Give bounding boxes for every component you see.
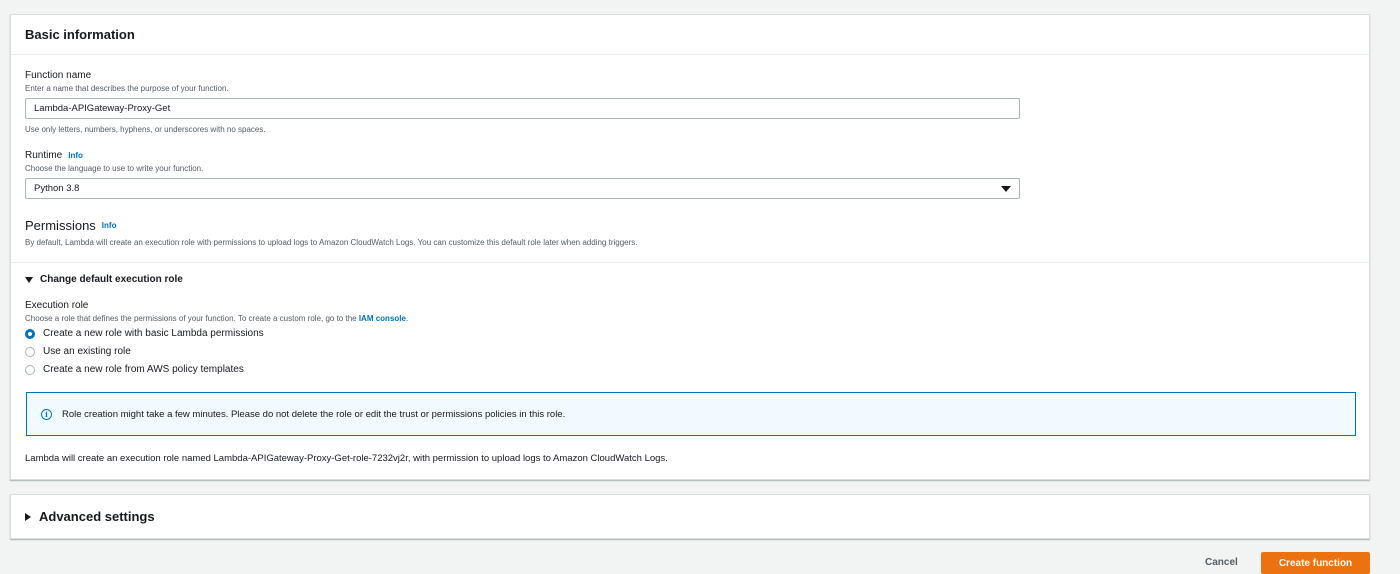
info-circle-icon: i bbox=[41, 408, 52, 420]
runtime-description: Choose the language to use to write your… bbox=[25, 164, 204, 173]
runtime-info-link[interactable]: Info bbox=[68, 151, 83, 160]
advanced-settings-toggle[interactable]: Advanced settings bbox=[25, 509, 155, 524]
radio-button-checked[interactable] bbox=[25, 328, 35, 339]
function-name-constraint: Use only letters, numbers, hyphens, or u… bbox=[25, 125, 266, 134]
caret-down-icon bbox=[25, 276, 33, 283]
caret-right-icon bbox=[25, 512, 31, 521]
function-name-value: Lambda-APIGateway-Proxy-Get bbox=[34, 103, 171, 114]
execution-role-description-text: Choose a role that defines the permissio… bbox=[25, 314, 359, 323]
runtime-label: Runtime bbox=[25, 150, 63, 161]
iam-console-link[interactable]: IAM console bbox=[359, 314, 406, 323]
create-function-button[interactable]: Create function bbox=[1261, 552, 1370, 574]
radio-button[interactable] bbox=[25, 346, 35, 357]
advanced-settings-header: Advanced settings bbox=[39, 509, 155, 524]
section-divider bbox=[11, 262, 1369, 263]
permissions-description: By default, Lambda will create an execut… bbox=[25, 238, 638, 247]
execution-role-description-end: . bbox=[405, 314, 409, 323]
radio-label: Use an existing role bbox=[43, 346, 131, 357]
function-name-description: Enter a name that describes the purpose … bbox=[25, 84, 229, 93]
runtime-select[interactable]: Python 3.8 bbox=[25, 178, 1020, 199]
radio-label: Create a new role from AWS policy templa… bbox=[43, 364, 244, 375]
execution-role-description: Choose a role that defines the permissio… bbox=[25, 314, 408, 323]
radio-option-policy-templates[interactable]: Create a new role from AWS policy templa… bbox=[25, 364, 244, 375]
execution-role-label: Execution role bbox=[25, 300, 89, 311]
runtime-selected-value: Python 3.8 bbox=[34, 183, 80, 194]
function-name-input[interactable]: Lambda-APIGateway-Proxy-Get bbox=[25, 98, 1020, 119]
change-execution-role-label: Change default execution role bbox=[40, 274, 183, 285]
basic-information-header: Basic information bbox=[11, 15, 1369, 55]
permissions-title: Permissions bbox=[25, 218, 96, 233]
radio-option-existing-role[interactable]: Use an existing role bbox=[25, 346, 131, 357]
change-execution-role-toggle[interactable]: Change default execution role bbox=[25, 274, 183, 285]
radio-label: Create a new role with basic Lambda perm… bbox=[43, 328, 264, 339]
radio-option-create-basic-role[interactable]: Create a new role with basic Lambda perm… bbox=[25, 328, 264, 339]
permissions-title-row: Permissions Info bbox=[25, 218, 116, 233]
radio-button[interactable] bbox=[25, 364, 35, 375]
runtime-label-row: Runtime Info bbox=[25, 150, 83, 161]
permissions-info-link[interactable]: Info bbox=[102, 221, 117, 230]
basic-information-panel: Basic information Function name Enter a … bbox=[10, 14, 1370, 480]
execution-role-name-note: Lambda will create an execution role nam… bbox=[25, 453, 668, 464]
cancel-button[interactable]: Cancel bbox=[1205, 557, 1238, 568]
advanced-settings-panel[interactable]: Advanced settings bbox=[10, 494, 1370, 539]
role-creation-alert: i Role creation might take a few minutes… bbox=[26, 392, 1356, 436]
role-creation-alert-text: Role creation might take a few minutes. … bbox=[62, 408, 566, 420]
function-name-label: Function name bbox=[25, 70, 92, 81]
caret-down-icon bbox=[1001, 186, 1011, 192]
